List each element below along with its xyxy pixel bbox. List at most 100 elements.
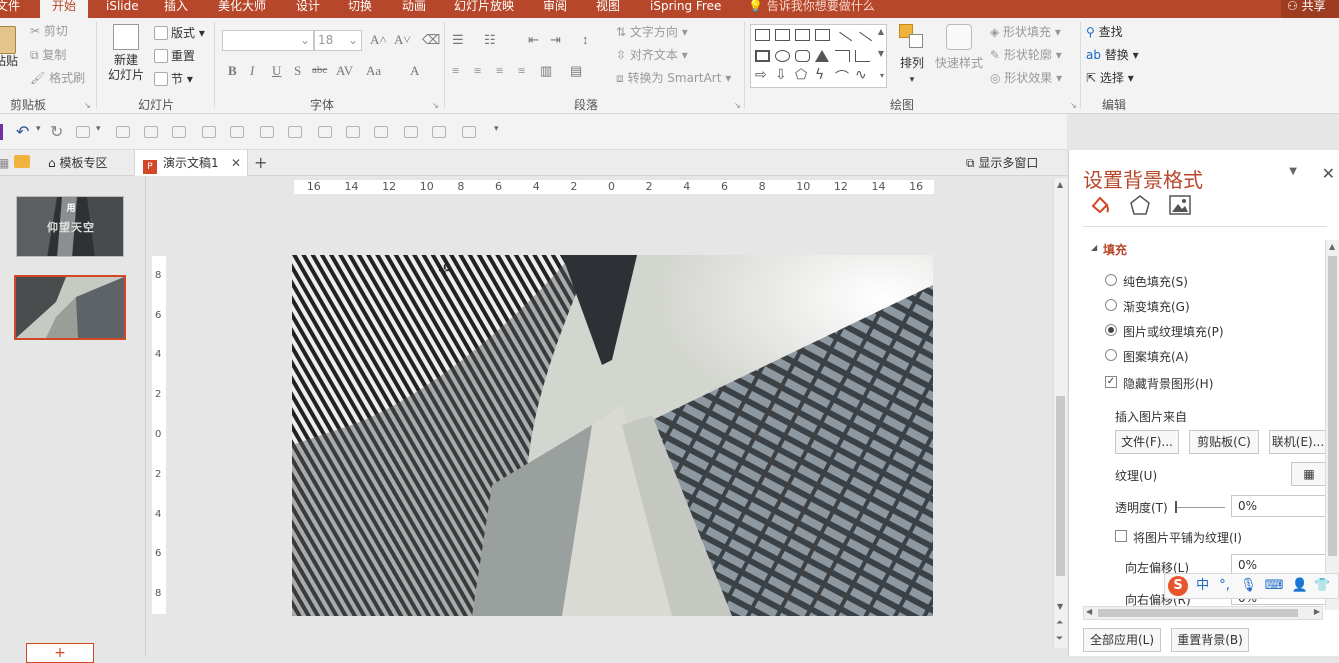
justify-icon[interactable]: ≡ [518, 63, 525, 79]
scroll-right-icon[interactable]: ▶ [1314, 607, 1320, 616]
close-icon[interactable]: ✕ [1322, 164, 1335, 183]
shadow-icon[interactable]: S [294, 63, 301, 79]
align-left-icon[interactable]: ≡ [452, 63, 459, 79]
select-button[interactable]: ⇱ 选择 ▾ [1086, 69, 1134, 87]
tab-meihua[interactable]: 美化大师 [218, 0, 266, 18]
add-slide-button[interactable]: + [26, 643, 94, 663]
user-icon[interactable]: 👤 [1292, 578, 1308, 593]
file-button[interactable]: 文件(F)... [1115, 430, 1179, 454]
scroll-thumb[interactable] [1056, 396, 1065, 576]
right-arrow-icon[interactable]: ⇨ [755, 67, 767, 83]
triangle-icon[interactable] [815, 50, 829, 62]
shrink-font-icon[interactable]: A˅ [394, 32, 411, 48]
cut-button[interactable]: ✂ 剪切 [30, 22, 68, 40]
scroll-up-icon[interactable]: ▲ [1329, 242, 1335, 251]
down-arrow-icon[interactable]: ⇩ [775, 67, 787, 83]
line-spacing-icon[interactable]: ↕ [582, 32, 589, 48]
picture-texture-fill-label[interactable]: 图片或纹理填充(P) [1123, 323, 1224, 340]
dialog-launcher-icon[interactable]: ↘ [734, 101, 741, 110]
tab-islide[interactable]: iSlide [106, 0, 139, 18]
apply-to-all-button[interactable]: 全部应用(L) [1083, 628, 1161, 652]
clear-format-icon[interactable]: ⌫ [422, 32, 440, 48]
pane-options-icon[interactable]: ▼ [1289, 166, 1297, 177]
gallery-scroll-up-icon[interactable]: ▲ [878, 27, 884, 36]
bring-forward-icon[interactable] [404, 126, 418, 138]
keyboard-icon[interactable]: ⌨ [1265, 578, 1284, 593]
radio-solid-fill[interactable] [1105, 274, 1117, 286]
textbox-alt-icon[interactable] [815, 29, 830, 41]
radio-gradient-fill[interactable] [1105, 299, 1117, 311]
replace-button[interactable]: ab 替换 ▾ [1086, 46, 1139, 64]
pane-scroll-thumb[interactable] [1328, 256, 1337, 556]
curve-icon[interactable]: ∿ [855, 67, 867, 83]
effects-pentagon-icon[interactable] [1129, 194, 1151, 216]
transparency-slider-thumb[interactable] [1175, 501, 1177, 513]
ungroup-icon[interactable] [374, 126, 388, 138]
close-tab-icon[interactable]: ✕ [231, 150, 241, 176]
tab-file[interactable]: 文件 [0, 0, 20, 18]
align-bottom-objects-icon[interactable] [260, 126, 274, 138]
dialog-launcher-icon[interactable]: ↘ [1070, 101, 1077, 110]
align-center-icon[interactable]: ≡ [474, 63, 481, 79]
align-center-objects-icon[interactable] [144, 126, 158, 138]
fill-section-header[interactable]: 填充 [1103, 241, 1127, 258]
scroll-left-icon[interactable]: ◀ [1086, 607, 1092, 616]
picture-icon[interactable] [1169, 194, 1191, 216]
new-slide-button[interactable]: 新建 幻灯片 [102, 24, 150, 83]
editor-vertical-scrollbar[interactable]: ▲ ▼ ⏶ ⏷ [1053, 178, 1067, 648]
pattern-fill-label[interactable]: 图案填充(A) [1123, 348, 1189, 365]
collapse-section-icon[interactable]: ◢ [1091, 243, 1097, 252]
radio-pattern-fill[interactable] [1105, 349, 1117, 361]
align-text-button[interactable]: ⇳ 对齐文本 ▾ [616, 46, 688, 64]
reset-button[interactable]: 重置 [154, 47, 195, 65]
corner-shape-icon[interactable] [775, 29, 790, 41]
elbow-connector-alt-icon[interactable] [855, 50, 870, 62]
new-tab-icon[interactable]: + [254, 153, 267, 172]
rounded-rect-icon[interactable] [795, 50, 810, 62]
texture-dropdown[interactable]: ▦ [1291, 462, 1327, 486]
tile-picture-checkbox[interactable] [1115, 530, 1127, 542]
shape-fill-button[interactable]: ◈ 形状填充 ▾ [990, 23, 1061, 41]
format-painter-button[interactable]: 🖌 格式刷 [30, 69, 85, 87]
tab-transitions[interactable]: 切换 [348, 0, 372, 18]
show-multi-window-button[interactable]: ⧉ 显示多窗口 [966, 150, 1038, 176]
textbox-shape-icon[interactable] [755, 29, 770, 41]
numbering-icon[interactable]: ☷ [484, 32, 496, 48]
align-right-icon[interactable]: ≡ [496, 63, 503, 79]
font-color-icon[interactable]: A [410, 63, 419, 79]
shape-effects-button[interactable]: ◎ 形状效果 ▾ [990, 69, 1062, 87]
tab-design[interactable]: 设计 [296, 0, 320, 18]
strikethrough-icon[interactable]: abc [312, 64, 327, 76]
redo-icon[interactable]: ↻ [50, 122, 63, 141]
slide-thumbnail-2[interactable] [14, 275, 126, 340]
gallery-more-icon[interactable]: ▾ [880, 71, 884, 80]
change-case-icon[interactable]: Aa [366, 63, 381, 79]
hide-background-label[interactable]: 隐藏背景图形(H) [1123, 375, 1213, 392]
customize-qat-icon[interactable]: ▾ [494, 124, 499, 134]
quick-styles-button[interactable]: 快速样式 [934, 24, 984, 71]
reset-background-button[interactable]: 重置背景(B) [1171, 628, 1249, 652]
italic-icon[interactable]: I [250, 63, 254, 79]
elbow-connector-icon[interactable] [835, 50, 850, 62]
chevron-down-icon[interactable]: ▾ [96, 124, 101, 134]
folder-icon[interactable] [14, 155, 30, 168]
tile-picture-label[interactable]: 将图片平铺为纹理(I) [1133, 529, 1242, 546]
pane-horizontal-scrollbar[interactable]: ◀ ▶ [1083, 606, 1323, 620]
previous-slide-icon[interactable]: ⏶ [1056, 618, 1063, 628]
shape-outline-button[interactable]: ✎ 形状轮廓 ▾ [990, 46, 1062, 64]
slide-layout-icon[interactable] [76, 126, 90, 138]
align-middle-objects-icon[interactable] [230, 126, 244, 138]
chevron-down-icon[interactable]: ▾ [36, 124, 41, 134]
tell-me-box[interactable]: 💡 告诉我你想要做什么 [748, 0, 875, 16]
pentagon-icon[interactable]: ⬠ [795, 67, 807, 83]
tab-document[interactable]: P 演示文稿1 ✕ [134, 150, 248, 176]
decrease-indent-icon[interactable]: ⇤ [528, 32, 539, 48]
tab-ispring[interactable]: iSpring Free [650, 0, 721, 18]
transparency-slider-track[interactable] [1177, 507, 1225, 508]
slide-thumbnail-1[interactable]: 用 仰望天空 [16, 196, 124, 257]
fill-bucket-icon[interactable] [1089, 194, 1111, 216]
bold-icon[interactable]: B [228, 63, 237, 79]
distribute-vertical-icon[interactable] [318, 126, 332, 138]
lightning-icon[interactable]: ϟ [815, 67, 824, 83]
tab-template-zone[interactable]: ⌂ 模板专区 [48, 150, 107, 176]
